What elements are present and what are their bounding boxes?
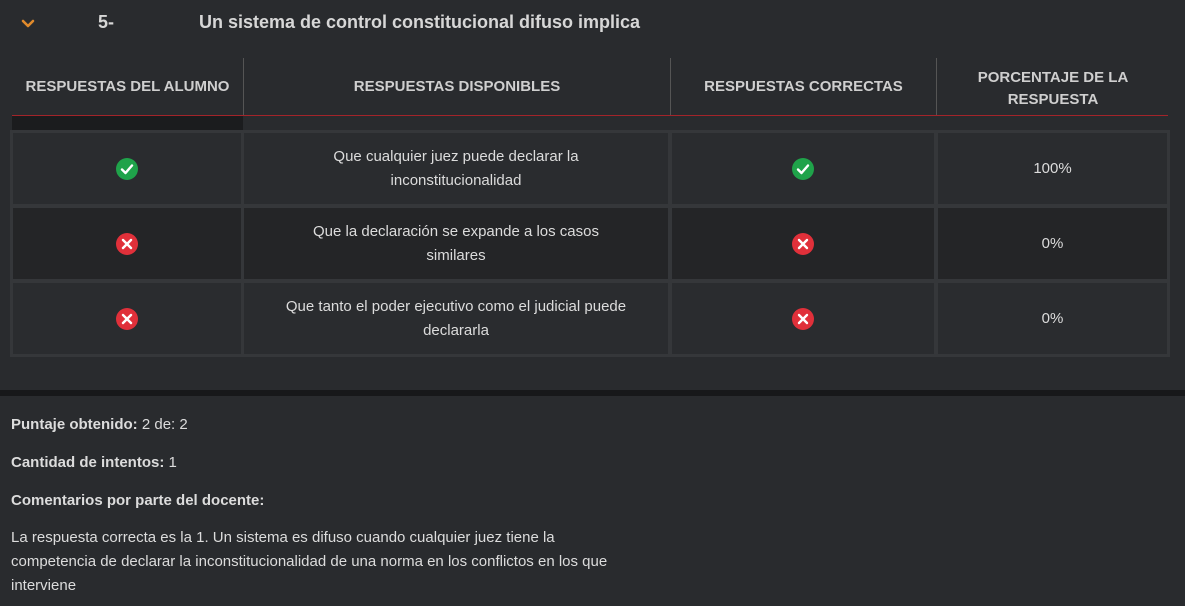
score-label: Puntaje obtenido: [11,416,138,433]
student-answer-cell [13,208,241,279]
section-divider [0,390,1185,396]
student-answer-cell [13,133,241,204]
header-accent-bar [12,116,243,130]
x-circle-icon [116,232,138,255]
attempts-value: 1 [168,454,177,471]
question-title: Un sistema de control constitucional dif… [199,12,641,32]
percentage-cell: 0% [938,208,1167,279]
correct-answer-cell [672,208,934,279]
chevron-down-icon[interactable] [20,16,36,32]
header-available-answers: RESPUESTAS DISPONIBLES [244,58,671,115]
answer-text: Que cualquier juez puede declarar la inc… [333,147,579,189]
score-value: 2 de: 2 [141,416,188,433]
answer-text: Que tanto el poder ejecutivo como el jud… [285,297,627,339]
question-block: 5- Un sistema de control constitucional … [0,0,1185,390]
available-answer-cell: Que cualquier juez puede declarar la inc… [244,133,668,204]
percentage-cell: 100% [938,133,1167,204]
comments-heading: Comentarios por parte del docente: [11,492,264,509]
header-answer-percentage: PORCENTAJE DE LA RESPUESTA [977,68,1129,108]
header-correct-answers: RESPUESTAS CORRECTAS [671,58,937,115]
x-circle-icon [792,232,814,255]
table-row: Que la declaración se expande a los caso… [10,208,1170,279]
attempts-label: Cantidad de intentos: [11,454,165,471]
score-line: Puntaje obtenido: 2 de: 2 [11,416,188,433]
table-row: Que cualquier juez puede declarar la inc… [10,133,1170,204]
answers-table: Que cualquier juez puede declarar la inc… [10,130,1170,357]
correct-answer-cell [672,133,934,204]
percentage-cell: 0% [938,283,1167,354]
answer-text: Que la declaración se expande a los caso… [312,222,599,264]
check-circle-icon [792,157,814,180]
question-number: 5- [98,12,115,32]
student-answer-cell [13,283,241,354]
x-circle-icon [792,307,814,330]
comments-label: Comentarios por parte del docente: [11,492,265,509]
header-student-answers: RESPUESTAS DEL ALUMNO [12,58,244,115]
correct-answer-cell [672,283,934,354]
available-answer-cell: Que la declaración se expande a los caso… [244,208,668,279]
table-row: Que tanto el poder ejecutivo como el jud… [10,283,1170,354]
attempts-line: Cantidad de intentos: 1 [11,454,177,471]
available-answer-cell: Que tanto el poder ejecutivo como el jud… [244,283,668,354]
teacher-comment: La respuesta correcta es la 1. Un sistem… [11,529,608,594]
x-circle-icon [116,307,138,330]
table-header: RESPUESTAS DEL ALUMNO RESPUESTAS DISPONI… [12,58,1168,116]
check-circle-icon [116,157,138,180]
